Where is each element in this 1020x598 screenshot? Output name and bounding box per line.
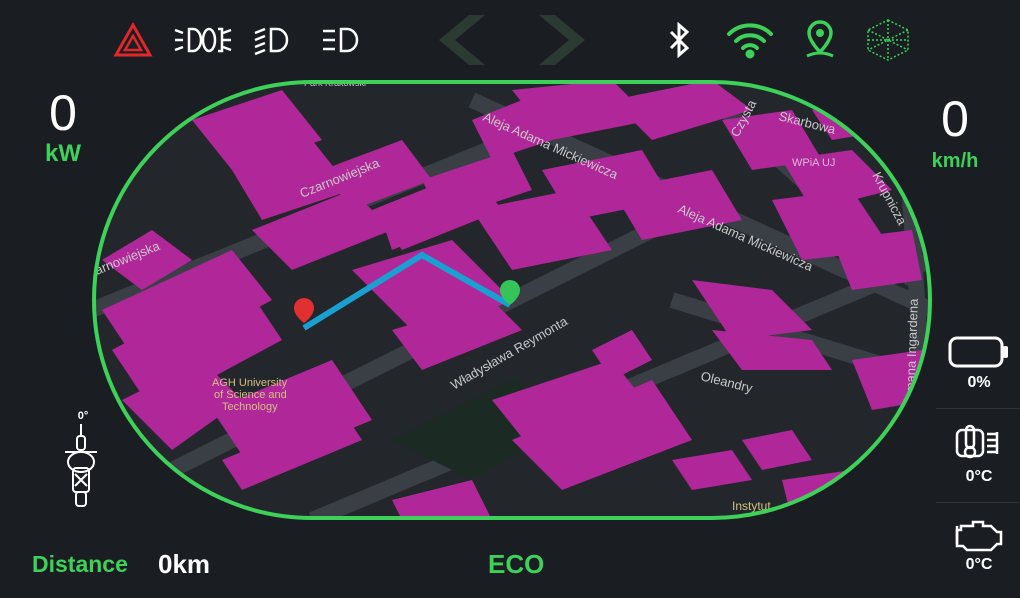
position-light-icon[interactable] <box>320 18 362 62</box>
distance-label: Distance <box>32 551 128 577</box>
chevron-left-icon[interactable] <box>428 15 490 65</box>
distance-value: 0km <box>158 549 211 579</box>
motor-temp-status: 0°C <box>946 424 1012 486</box>
tilt-indicator: 0° <box>56 410 106 508</box>
map-label-ingardena: Romana Ingardena <box>902 298 921 411</box>
power-readout: 0 kW <box>28 84 98 168</box>
motor-temperature-icon <box>946 424 1012 464</box>
map-label-wpia: WPiA UJ <box>792 157 835 169</box>
engine-temp-status: 0°C <box>946 516 1012 574</box>
low-beam-icon[interactable] <box>252 18 292 62</box>
network-globe-icon[interactable] <box>864 18 912 62</box>
engine-icon <box>946 516 1012 554</box>
battery-percent: 0% <box>967 374 991 391</box>
tilt-value: 0° <box>77 410 89 422</box>
battery-status: 0% <box>946 336 1012 392</box>
map-label-agh-3: Technology <box>222 401 278 413</box>
power-unit: kW <box>45 140 81 167</box>
location-pin-icon[interactable] <box>800 18 840 62</box>
divider <box>936 408 1020 409</box>
engine-temp-value: 0°C <box>965 556 993 573</box>
map-label-agh-1: AGH University <box>212 377 288 389</box>
navigation-map[interactable]: Czarnowiejska arnowiejska Aleja Adama Mi… <box>92 80 932 520</box>
motor-temp-value: 0°C <box>965 468 993 485</box>
chevron-right-icon[interactable] <box>534 15 596 65</box>
ride-mode[interactable]: ECO <box>488 549 544 580</box>
wifi-icon[interactable] <box>724 18 776 62</box>
motorcycle-icon <box>56 422 106 508</box>
high-beam-icon[interactable] <box>172 18 234 62</box>
bluetooth-icon[interactable] <box>662 18 698 62</box>
battery-icon <box>946 336 1012 368</box>
map-label-agh-2: of Science and <box>214 389 287 401</box>
power-value: 0 <box>49 85 77 141</box>
divider <box>936 502 1020 503</box>
hazard-icon[interactable] <box>112 18 154 62</box>
